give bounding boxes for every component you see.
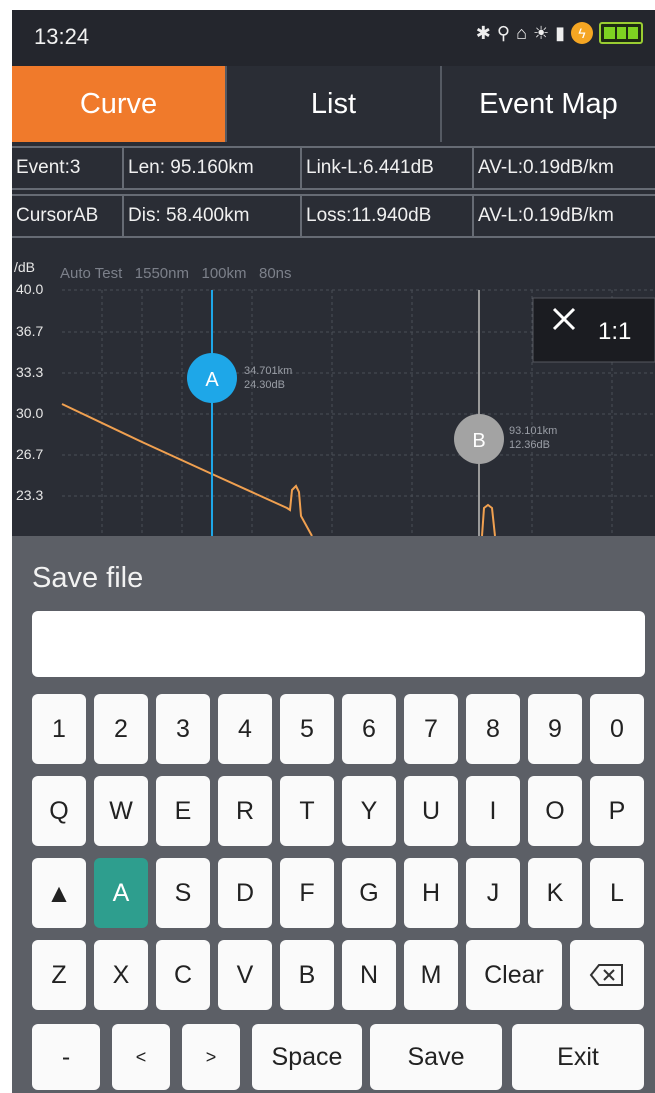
- key-i[interactable]: I: [466, 776, 520, 846]
- otdr-trace-canvas: /dB Auto Test 1550nm 100km 80ns 40.0 36.…: [14, 259, 655, 536]
- shift-key[interactable]: ▲: [32, 858, 86, 928]
- key-8[interactable]: 8: [466, 694, 520, 764]
- key-q[interactable]: Q: [32, 776, 86, 846]
- tab-curve[interactable]: Curve: [12, 66, 225, 142]
- device-screen: 13:24 ✱ ⚲ ⌂ ☀ ▮ ϟ Curve List Event Map E…: [12, 10, 655, 1093]
- tab-bar: Curve List Event Map: [12, 66, 655, 142]
- status-time: 13:24: [34, 24, 90, 49]
- flashlight-icon: ⚲: [496, 22, 511, 43]
- cursor-distance: Dis: 58.400km: [124, 196, 302, 236]
- cursor-a-db: 24.30dB: [244, 379, 285, 391]
- charging-icon: ϟ: [571, 22, 593, 44]
- y-axis-unit: /dB: [14, 259, 35, 275]
- space-key[interactable]: Space: [252, 1024, 362, 1090]
- event-count: Event:3: [12, 148, 124, 188]
- backspace-button[interactable]: [570, 940, 644, 1010]
- status-bar: 13:24 ✱ ⚲ ⌂ ☀ ▮ ϟ: [12, 10, 655, 66]
- y-tick-label: 23.3: [16, 487, 43, 503]
- key-7[interactable]: 7: [404, 694, 458, 764]
- cursor-b-distance: 93.101km: [509, 425, 557, 437]
- info-table: Event:3 Len: 95.160km Link-L:6.441dB AV-…: [12, 146, 655, 242]
- key-e[interactable]: E: [156, 776, 210, 846]
- key-f[interactable]: F: [280, 858, 334, 928]
- bluetooth-icon: ✱: [475, 22, 491, 43]
- info-row-cursor: CursorAB Dis: 58.400km Loss:11.940dB AV-…: [12, 194, 655, 238]
- save-button[interactable]: Save: [370, 1024, 502, 1090]
- light-source-icon: ☀: [532, 22, 550, 43]
- otdr-trace-line: [61, 403, 313, 536]
- key-k[interactable]: K: [528, 858, 582, 928]
- cursor-loss: Loss:11.940dB: [302, 196, 474, 236]
- key-2[interactable]: 2: [94, 694, 148, 764]
- key-b[interactable]: B: [280, 940, 334, 1010]
- cursor-b-db: 12.36dB: [509, 439, 550, 451]
- key-1[interactable]: 1: [32, 694, 86, 764]
- zoom-ratio-label: 1:1: [598, 318, 631, 345]
- key-g[interactable]: G: [342, 858, 396, 928]
- average-loss: AV-L:0.19dB/km: [478, 157, 614, 178]
- status-icons: ✱ ⚲ ⌂ ☀ ▮ ϟ: [476, 22, 643, 44]
- key-m[interactable]: M: [404, 940, 458, 1010]
- key-dash[interactable]: -: [32, 1024, 100, 1090]
- cursor-average-loss: AV-L:0.19dB/km: [478, 205, 614, 226]
- key-c[interactable]: C: [156, 940, 210, 1010]
- filename-input[interactable]: [32, 611, 645, 677]
- test-info-label: Auto Test 1550nm 100km 80ns: [60, 265, 292, 282]
- key-d[interactable]: D: [218, 858, 272, 928]
- key-z[interactable]: Z: [32, 940, 86, 1010]
- battery-icon: [599, 22, 643, 44]
- key-9[interactable]: 9: [528, 694, 582, 764]
- key-t[interactable]: T: [280, 776, 334, 846]
- link-loss: Link-L:6.441dB: [302, 148, 474, 188]
- key-j[interactable]: J: [466, 858, 520, 928]
- y-tick-label: 30.0: [16, 405, 43, 421]
- cursor-mode: CursorAB: [12, 196, 124, 236]
- cursor-b-label: B: [472, 430, 485, 452]
- y-tick-label: 36.7: [16, 323, 43, 339]
- key-3[interactable]: 3: [156, 694, 210, 764]
- key-a[interactable]: A: [94, 858, 148, 928]
- key-r[interactable]: R: [218, 776, 272, 846]
- key-n[interactable]: N: [342, 940, 396, 1010]
- key-0[interactable]: 0: [590, 694, 644, 764]
- key-5[interactable]: 5: [280, 694, 334, 764]
- otdr-trace-event: [481, 503, 496, 536]
- key-v[interactable]: V: [218, 940, 272, 1010]
- dialog-title: Save file: [32, 562, 144, 594]
- info-row-event: Event:3 Len: 95.160km Link-L:6.441dB AV-…: [12, 146, 655, 190]
- key-h[interactable]: H: [404, 858, 458, 928]
- key-s[interactable]: S: [156, 858, 210, 928]
- fiber-length: Len: 95.160km: [124, 148, 302, 188]
- exit-button[interactable]: Exit: [512, 1024, 644, 1090]
- y-tick-label: 40.0: [16, 281, 43, 297]
- key-p[interactable]: P: [590, 776, 644, 846]
- key-greater-than[interactable]: >: [182, 1024, 240, 1090]
- usb-icon: ⌂: [516, 22, 527, 43]
- sd-card-icon: ▮: [555, 22, 565, 43]
- shift-arrow-icon: ▲: [46, 877, 72, 908]
- key-l[interactable]: L: [590, 858, 644, 928]
- tab-event-map[interactable]: Event Map: [440, 66, 655, 142]
- zoom-reset-button[interactable]: 1:1: [532, 297, 655, 363]
- tab-list[interactable]: List: [225, 66, 440, 142]
- key-o[interactable]: O: [528, 776, 582, 846]
- key-less-than[interactable]: <: [112, 1024, 170, 1090]
- y-tick-label: 26.7: [16, 446, 43, 462]
- key-w[interactable]: W: [94, 776, 148, 846]
- y-tick-label: 33.3: [16, 364, 43, 380]
- backspace-icon: [589, 964, 623, 986]
- save-file-dialog: Save file 1 2 3 4 5 6 7 8 9 0 Q W E R T …: [12, 536, 655, 1093]
- key-6[interactable]: 6: [342, 694, 396, 764]
- key-4[interactable]: 4: [218, 694, 272, 764]
- cursor-a-distance: 34.701km: [244, 365, 292, 377]
- key-x[interactable]: X: [94, 940, 148, 1010]
- otdr-graph[interactable]: /dB Auto Test 1550nm 100km 80ns 40.0 36.…: [12, 246, 655, 536]
- cursor-a-label: A: [205, 369, 219, 391]
- key-y[interactable]: Y: [342, 776, 396, 846]
- clear-button[interactable]: Clear: [466, 940, 562, 1010]
- key-u[interactable]: U: [404, 776, 458, 846]
